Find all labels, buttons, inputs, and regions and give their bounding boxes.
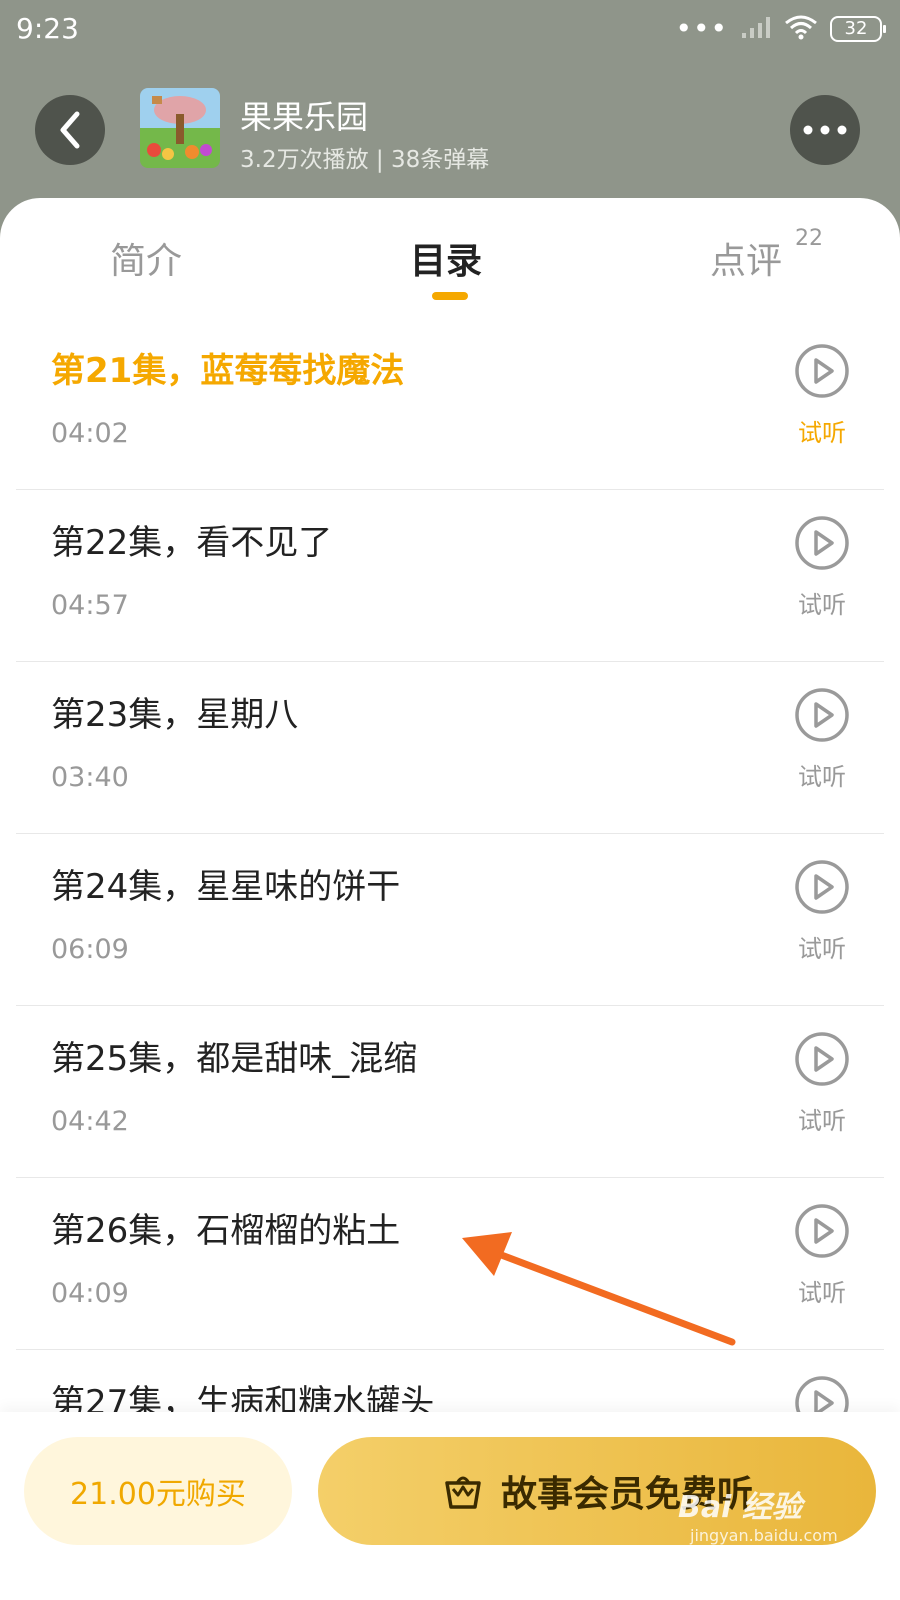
crown-bag-icon (445, 1476, 481, 1509)
signal-icon (740, 15, 772, 43)
more-dots-icon: ••• (675, 12, 728, 45)
back-button[interactable] (35, 95, 105, 165)
trial-listen-button[interactable]: 试听 (779, 1273, 865, 1308)
bottom-action-bar: 21.00元购买 故事会员免费听 Bai 经验 jingyan.baidu.co… (0, 1412, 900, 1600)
trial-listen-button[interactable]: 试听 (779, 929, 865, 964)
episode-item[interactable]: 第21集，蓝莓莓找魔法 04:02 试听 (16, 318, 884, 490)
episode-title: 第23集，星期八 (51, 695, 299, 735)
album-header: 果果乐园 3.2万次播放 | 38条弹幕 (0, 60, 900, 200)
episode-item[interactable]: 第26集，石榴榴的粘土 04:09 试听 (16, 1178, 884, 1350)
more-options-button[interactable] (790, 95, 860, 165)
wifi-icon (784, 14, 818, 44)
episode-list: 第21集，蓝莓莓找魔法 04:02 试听 第22集，看不见了 04:57 试听 … (16, 318, 884, 1522)
chevron-left-icon (60, 111, 80, 149)
album-title: 果果乐园 (240, 98, 369, 136)
episode-title: 第24集，星星味的饼干 (51, 867, 401, 907)
buy-button[interactable]: 21.00元购买 (24, 1437, 292, 1545)
reviews-count-badge: 22 (795, 226, 823, 251)
trial-listen-button[interactable]: 试听 (779, 413, 865, 448)
episode-item[interactable]: 第25集，都是甜味_混缩 04:42 试听 (16, 1006, 884, 1178)
content-panel: 简介 目录 点评 22 第21集，蓝莓莓找魔法 04:02 试听 第22集，看不… (0, 198, 900, 1600)
album-cover (140, 88, 220, 168)
status-icons: ••• 32 (675, 12, 886, 45)
episode-item[interactable]: 第24集，星星味的饼干 06:09 试听 (16, 834, 884, 1006)
episode-duration: 04:42 (51, 1106, 129, 1137)
play-circle-icon[interactable] (794, 343, 850, 399)
tab-catalog[interactable]: 目录 (410, 232, 482, 284)
play-circle-icon[interactable] (794, 687, 850, 743)
episode-duration: 04:09 (51, 1278, 129, 1309)
more-dots-icon (803, 125, 847, 135)
status-time: 9:23 (16, 12, 79, 45)
episode-duration: 03:40 (51, 762, 129, 793)
album-stats: 3.2万次播放 | 38条弹幕 (240, 147, 490, 173)
episode-item[interactable]: 第22集，看不见了 04:57 试听 (16, 490, 884, 662)
episode-duration: 06:09 (51, 934, 129, 965)
episode-title: 第22集，看不见了 (51, 523, 333, 563)
watermark-url: jingyan.baidu.com (690, 1526, 838, 1545)
trial-listen-button[interactable]: 试听 (779, 1101, 865, 1136)
episode-title: 第25集，都是甜味_混缩 (51, 1039, 418, 1079)
play-circle-icon[interactable] (794, 859, 850, 915)
trial-listen-button[interactable]: 试听 (779, 757, 865, 792)
watermark-logo: Bai 经验 (678, 1490, 802, 1525)
active-tab-indicator (432, 292, 468, 300)
tab-intro[interactable]: 简介 (110, 232, 182, 284)
play-circle-icon[interactable] (794, 515, 850, 571)
episode-duration: 04:57 (51, 590, 129, 621)
episode-duration: 04:02 (51, 418, 129, 449)
episode-item[interactable]: 第23集，星期八 03:40 试听 (16, 662, 884, 834)
tab-reviews[interactable]: 点评 (710, 232, 782, 284)
play-circle-icon[interactable] (794, 1203, 850, 1259)
tab-bar: 简介 目录 点评 22 (0, 198, 900, 318)
status-bar: 9:23 ••• 32 (0, 0, 900, 60)
episode-title: 第26集，石榴榴的粘土 (51, 1211, 401, 1251)
trial-listen-button[interactable]: 试听 (779, 585, 865, 620)
episode-title: 第21集，蓝莓莓找魔法 (51, 351, 405, 391)
battery-icon: 32 (830, 16, 886, 42)
play-circle-icon[interactable] (794, 1031, 850, 1087)
